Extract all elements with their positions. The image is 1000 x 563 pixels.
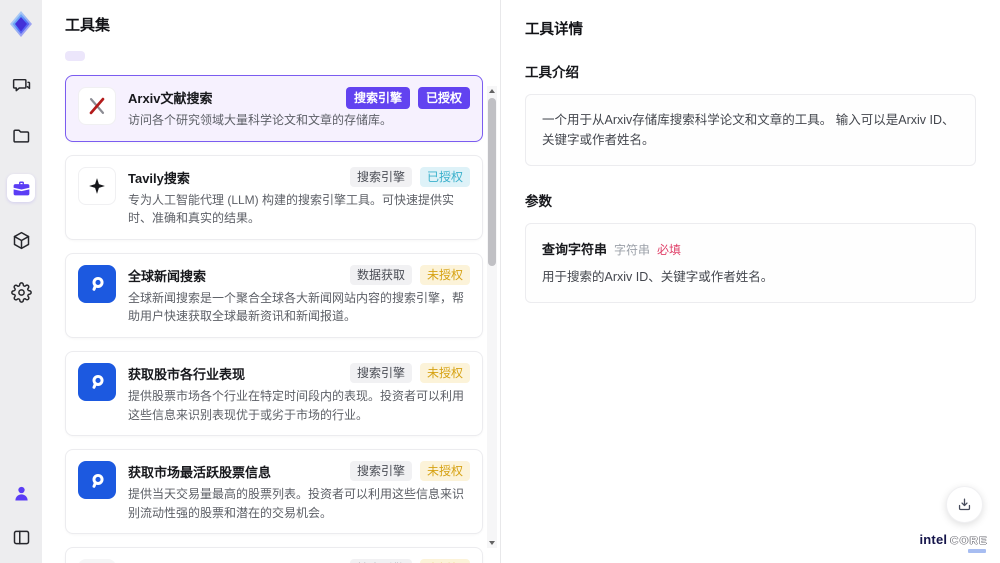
rail-item-panel-toggle[interactable]: [7, 523, 35, 551]
params-heading: 参数: [525, 194, 552, 209]
tool-category-badge: 搜索引擎: [349, 461, 412, 482]
intel-text: intel: [919, 532, 948, 547]
left-rail: [0, 0, 42, 563]
core-text: CORE: [950, 535, 988, 547]
scrollbar-up-arrow-icon[interactable]: [487, 86, 497, 96]
intel-core-logo: intel CORE: [919, 532, 988, 553]
tool-detail-panel: 工具详情 工具介绍 一个用于从Arxiv存储库搜索科学论文和文章的工具。 输入可…: [500, 0, 1000, 563]
tool-title: Arxiv文献搜索: [128, 91, 213, 106]
rail-item-package[interactable]: [7, 226, 35, 254]
rail-item-settings-gear[interactable]: [7, 278, 35, 306]
intro-heading: 工具介绍: [525, 65, 579, 80]
tool-auth-badge: 已授权: [417, 87, 470, 109]
news-icon: [78, 559, 116, 563]
scrollbar-thumb[interactable]: [488, 98, 496, 266]
rail-item-user[interactable]: [7, 479, 35, 507]
tool-title: 获取股市各行业表现: [128, 366, 246, 382]
search-blue-icon: [78, 461, 116, 500]
tool-card[interactable]: Arxiv文献搜索 搜索引擎 已授权 访问各个研究领域大量科学论文和文章的存储库…: [65, 75, 483, 142]
category-tab[interactable]: [109, 51, 113, 61]
tool-auth-badge: 未授权: [419, 559, 470, 563]
tool-card[interactable]: 全球新闻搜索 数据获取 未授权 全球新闻搜索是一个聚合全球各大新闻网站内容的搜索…: [65, 252, 483, 338]
scrollbar-down-arrow-icon[interactable]: [487, 538, 497, 548]
toolbox-icon: [11, 178, 32, 199]
search-blue-icon: [78, 264, 116, 303]
tool-auth-badge: 未授权: [419, 264, 470, 285]
panel-toggle-icon: [11, 527, 32, 548]
download-button[interactable]: [946, 486, 983, 523]
rail-item-folder[interactable]: [7, 122, 35, 150]
sparkle-icon: [78, 166, 116, 205]
tool-title: 万维地区新闻查询: [128, 559, 350, 563]
tool-category-badge: 搜索引擎: [349, 362, 412, 383]
user-icon: [11, 483, 32, 504]
download-icon: [956, 496, 973, 513]
folder-icon: [11, 126, 32, 147]
tool-list-panel: 工具集 Arxiv文献搜索 搜索引擎 已授权 访问各个研究领域大量科学论文和文章…: [42, 0, 500, 563]
chat-icon: [11, 74, 32, 95]
tool-card[interactable]: 获取市场最活跃股票信息 搜索引擎 未授权 提供当天交易量最高的股票列表。投资者可…: [65, 449, 483, 535]
tool-category-badge: 搜索引擎: [345, 87, 410, 109]
intro-box: 一个用于从Arxiv存储库搜索科学论文和文章的工具。 输入可以是Arxiv ID…: [525, 94, 976, 166]
tool-description: 提供股票市场各个行业在特定时间段内的表现。投资者可以利用这些信息来识别表现优于或…: [128, 388, 465, 422]
tool-auth-badge: 未授权: [419, 461, 470, 482]
detail-title: 工具详情: [525, 22, 583, 38]
tool-auth-badge: 未授权: [419, 362, 470, 383]
category-tab[interactable]: [65, 51, 85, 61]
param-box: 查询字符串 字符串 必填 用于搜索的Arxiv ID、关键字或作者姓名。: [525, 223, 976, 303]
tool-category-badge: 搜索引擎: [349, 166, 412, 187]
rail-item-chat[interactable]: [7, 70, 35, 98]
tool-title: Tavily搜索: [128, 170, 190, 186]
tool-card[interactable]: 获取股市各行业表现 搜索引擎 未授权 提供股票市场各个行业在特定时间段内的表现。…: [65, 350, 483, 437]
param-type: 字符串: [614, 243, 651, 257]
page-title: 工具集: [65, 17, 111, 34]
intel-sub-mark: [968, 549, 986, 553]
package-icon: [11, 230, 32, 251]
tool-title: 全球新闻搜索: [128, 268, 207, 284]
intro-text: 一个用于从Arxiv存储库搜索科学论文和文章的工具。 输入可以是Arxiv ID…: [542, 113, 955, 147]
tool-auth-badge: 已授权: [419, 166, 470, 187]
param-required-badge: 必填: [657, 243, 682, 257]
tool-description: 访问各个研究领域大量科学论文和文章的存储库。: [128, 113, 393, 127]
category-tab[interactable]: [165, 51, 169, 61]
search-blue-icon: [78, 362, 116, 401]
tool-category-badge: 搜索引擎: [349, 559, 412, 563]
settings-gear-icon: [10, 281, 32, 303]
tool-description: 专为人工智能代理 (LLM) 构建的搜索引擎工具。可快速提供实时、准确和真实的结…: [128, 192, 455, 226]
category-tabs: [65, 51, 500, 61]
tool-category-badge: 数据获取: [349, 264, 412, 285]
category-tab[interactable]: [137, 51, 141, 61]
tool-card[interactable]: Tavily搜索 搜索引擎 已授权 专为人工智能代理 (LLM) 构建的搜索引擎…: [65, 154, 483, 240]
app-logo-icon: [5, 8, 37, 40]
tool-description: 提供当天交易量最高的股票列表。投资者可以利用这些信息来识别流动性强的股票和潜在的…: [128, 487, 465, 520]
tool-title: 获取市场最活跃股票信息: [128, 465, 272, 481]
tool-card[interactable]: 万维地区新闻查询 搜索引擎 未授权 查询具体行政区划内的新闻，快速了解各地新闻动: [65, 547, 483, 563]
tool-list: Arxiv文献搜索 搜索引擎 已授权 访问各个研究领域大量科学论文和文章的存储库…: [65, 75, 483, 563]
list-scrollbar[interactable]: [487, 86, 497, 548]
arxiv-icon: [78, 87, 116, 125]
app-window: 工具集 Arxiv文献搜索 搜索引擎 已授权 访问各个研究领域大量科学论文和文章…: [0, 0, 1000, 563]
rail-item-toolbox[interactable]: [7, 174, 35, 202]
param-name: 查询字符串: [542, 242, 608, 257]
tool-description: 全球新闻搜索是一个聚合全球各大新闻网站内容的搜索引擎，帮助用户快速获取全球最新资…: [128, 290, 465, 324]
param-description: 用于搜索的Arxiv ID、关键字或作者姓名。: [542, 270, 774, 284]
